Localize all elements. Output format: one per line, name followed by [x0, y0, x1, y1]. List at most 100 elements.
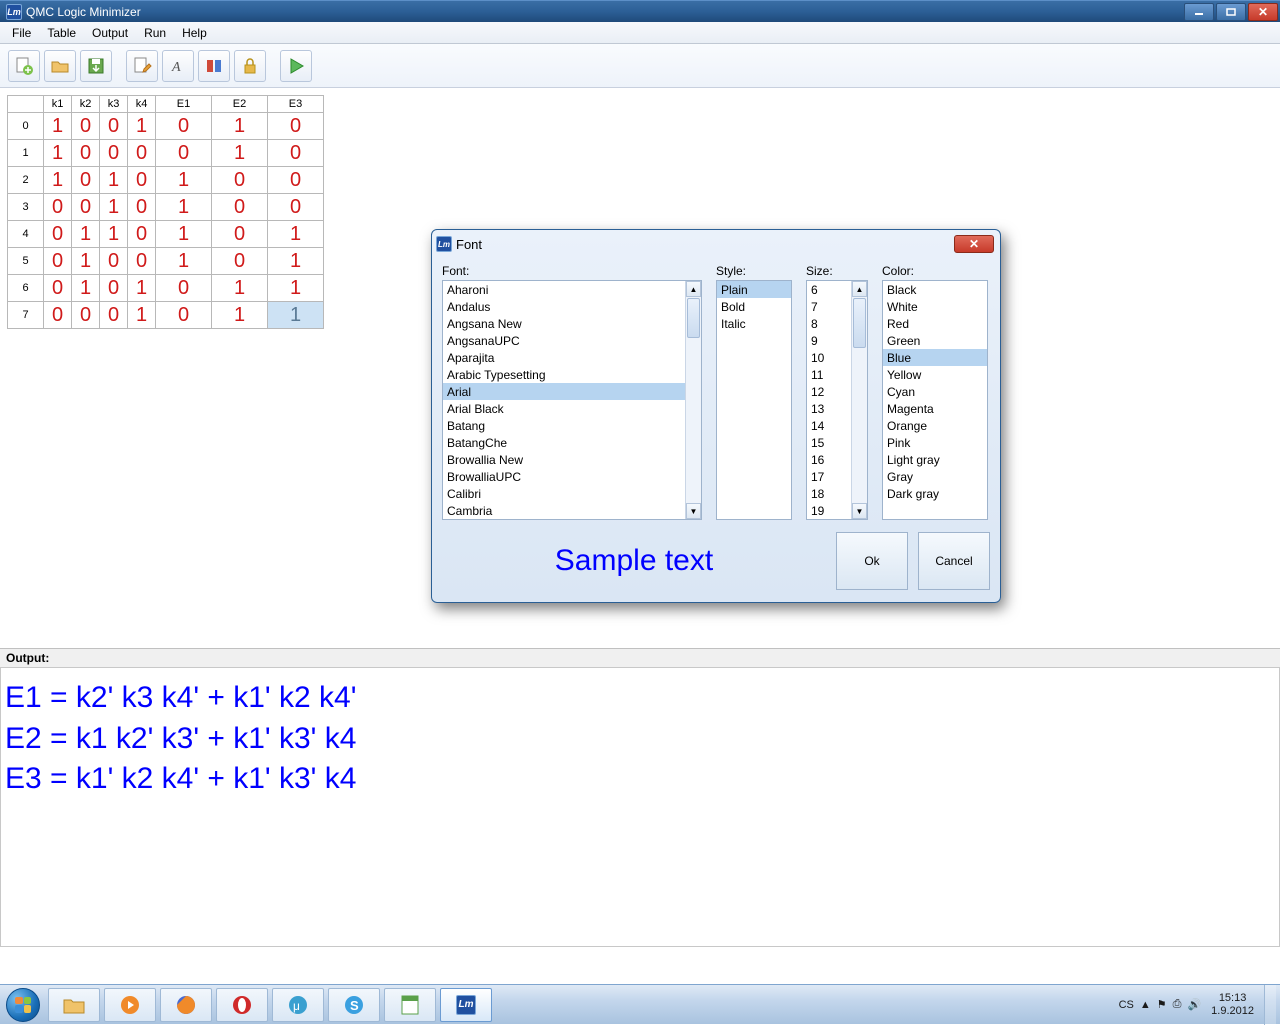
- list-item[interactable]: Italic: [717, 315, 791, 332]
- truth-cell[interactable]: 0: [100, 302, 128, 329]
- list-item[interactable]: Plain: [717, 281, 791, 298]
- list-item[interactable]: Dark gray: [883, 485, 987, 502]
- truth-cell[interactable]: 0: [44, 302, 72, 329]
- truth-cell[interactable]: 1: [128, 113, 156, 140]
- col-header-k4[interactable]: k4: [128, 96, 156, 113]
- list-item[interactable]: Arabic Typesetting: [443, 366, 701, 383]
- list-item[interactable]: Magenta: [883, 400, 987, 417]
- col-header-E3[interactable]: E3: [268, 96, 324, 113]
- truth-cell[interactable]: 1: [72, 221, 100, 248]
- size-listbox[interactable]: 678910111213141516171819 ▲ ▼: [806, 280, 868, 520]
- tray-flag2-icon[interactable]: ⚑: [1157, 998, 1167, 1011]
- col-header-k2[interactable]: k2: [72, 96, 100, 113]
- list-item[interactable]: Arial: [443, 383, 701, 400]
- list-item[interactable]: Browallia New: [443, 451, 701, 468]
- truth-cell[interactable]: 1: [212, 275, 268, 302]
- tray-icons[interactable]: CS ▲ ⚑ ⎙ 🔊: [1119, 998, 1202, 1011]
- truth-cell[interactable]: 0: [100, 113, 128, 140]
- list-item[interactable]: Black: [883, 281, 987, 298]
- list-item[interactable]: Aharoni: [443, 281, 701, 298]
- font-button[interactable]: A: [162, 50, 194, 82]
- truth-cell[interactable]: 1: [268, 302, 324, 329]
- start-button[interactable]: [0, 985, 46, 1025]
- truth-cell[interactable]: 0: [156, 140, 212, 167]
- truth-cell[interactable]: 0: [128, 140, 156, 167]
- col-header-E1[interactable]: E1: [156, 96, 212, 113]
- size-scrollbar[interactable]: ▲ ▼: [851, 281, 867, 519]
- truth-cell[interactable]: 0: [128, 167, 156, 194]
- truth-cell[interactable]: 0: [128, 194, 156, 221]
- truth-cell[interactable]: 0: [72, 140, 100, 167]
- maximize-button[interactable]: [1216, 3, 1246, 21]
- list-item[interactable]: Bold: [717, 298, 791, 315]
- tray-clock[interactable]: 15:13 1.9.2012: [1211, 992, 1254, 1016]
- new-file-button[interactable]: [8, 50, 40, 82]
- list-item[interactable]: Orange: [883, 417, 987, 434]
- taskbar-firefox[interactable]: [160, 988, 212, 1022]
- truth-cell[interactable]: 0: [72, 167, 100, 194]
- truth-cell[interactable]: 1: [100, 221, 128, 248]
- truth-cell[interactable]: 0: [44, 221, 72, 248]
- truth-cell[interactable]: 1: [128, 302, 156, 329]
- truth-cell[interactable]: 1: [156, 194, 212, 221]
- truth-cell[interactable]: 0: [100, 140, 128, 167]
- list-item[interactable]: Cambria: [443, 502, 701, 519]
- style-listbox[interactable]: PlainBoldItalic: [716, 280, 792, 520]
- settings-button[interactable]: [198, 50, 230, 82]
- truth-cell[interactable]: 0: [268, 194, 324, 221]
- tray-lang[interactable]: CS: [1119, 999, 1134, 1011]
- taskbar-skype[interactable]: S: [328, 988, 380, 1022]
- taskbar-mediaplayer[interactable]: [104, 988, 156, 1022]
- list-item[interactable]: Cyan: [883, 383, 987, 400]
- list-item[interactable]: Angsana New: [443, 315, 701, 332]
- color-listbox[interactable]: BlackWhiteRedGreenBlueYellowCyanMagentaO…: [882, 280, 988, 520]
- list-item[interactable]: Yellow: [883, 366, 987, 383]
- row-header[interactable]: 3: [8, 194, 44, 221]
- font-scrollbar[interactable]: ▲ ▼: [685, 281, 701, 519]
- truth-cell[interactable]: 0: [212, 221, 268, 248]
- truth-cell[interactable]: 1: [44, 113, 72, 140]
- truth-cell[interactable]: 0: [268, 167, 324, 194]
- taskbar-opera[interactable]: [216, 988, 268, 1022]
- truth-cell[interactable]: 0: [100, 248, 128, 275]
- truth-cell[interactable]: 0: [72, 302, 100, 329]
- truth-cell[interactable]: 1: [72, 275, 100, 302]
- truth-cell[interactable]: 0: [44, 248, 72, 275]
- list-item[interactable]: Batang: [443, 417, 701, 434]
- list-item[interactable]: AngsanaUPC: [443, 332, 701, 349]
- taskbar-torrent[interactable]: μ: [272, 988, 324, 1022]
- list-item[interactable]: BatangChe: [443, 434, 701, 451]
- run-button[interactable]: [280, 50, 312, 82]
- list-item[interactable]: Gray: [883, 468, 987, 485]
- truth-cell[interactable]: 0: [268, 113, 324, 140]
- tray-volume-icon[interactable]: 🔊: [1187, 998, 1201, 1011]
- truth-cell[interactable]: 1: [212, 302, 268, 329]
- truth-cell[interactable]: 1: [44, 167, 72, 194]
- col-header-k1[interactable]: k1: [44, 96, 72, 113]
- lock-button[interactable]: [234, 50, 266, 82]
- truth-cell[interactable]: 1: [72, 248, 100, 275]
- truth-cell[interactable]: 0: [156, 302, 212, 329]
- tray-network-icon[interactable]: ⎙: [1173, 998, 1182, 1011]
- taskbar-qmc[interactable]: Lm: [440, 988, 492, 1022]
- list-item[interactable]: Light gray: [883, 451, 987, 468]
- truth-cell[interactable]: 0: [128, 248, 156, 275]
- list-item[interactable]: Green: [883, 332, 987, 349]
- save-button[interactable]: [80, 50, 112, 82]
- truth-cell[interactable]: 0: [44, 275, 72, 302]
- truth-cell[interactable]: 0: [44, 194, 72, 221]
- truth-cell[interactable]: 0: [128, 221, 156, 248]
- ok-button[interactable]: Ok: [836, 532, 908, 590]
- row-header[interactable]: 4: [8, 221, 44, 248]
- menu-table[interactable]: Table: [39, 24, 84, 42]
- truth-cell[interactable]: 0: [212, 167, 268, 194]
- truth-cell[interactable]: 1: [156, 248, 212, 275]
- truth-cell[interactable]: 1: [268, 221, 324, 248]
- taskbar-explorer[interactable]: [48, 988, 100, 1022]
- list-item[interactable]: Arial Black: [443, 400, 701, 417]
- truth-cell[interactable]: 0: [212, 194, 268, 221]
- list-item[interactable]: Calibri: [443, 485, 701, 502]
- dialog-close-button[interactable]: ✕: [954, 235, 994, 253]
- truth-cell[interactable]: 1: [100, 167, 128, 194]
- tray-flag-icon[interactable]: ▲: [1140, 999, 1151, 1011]
